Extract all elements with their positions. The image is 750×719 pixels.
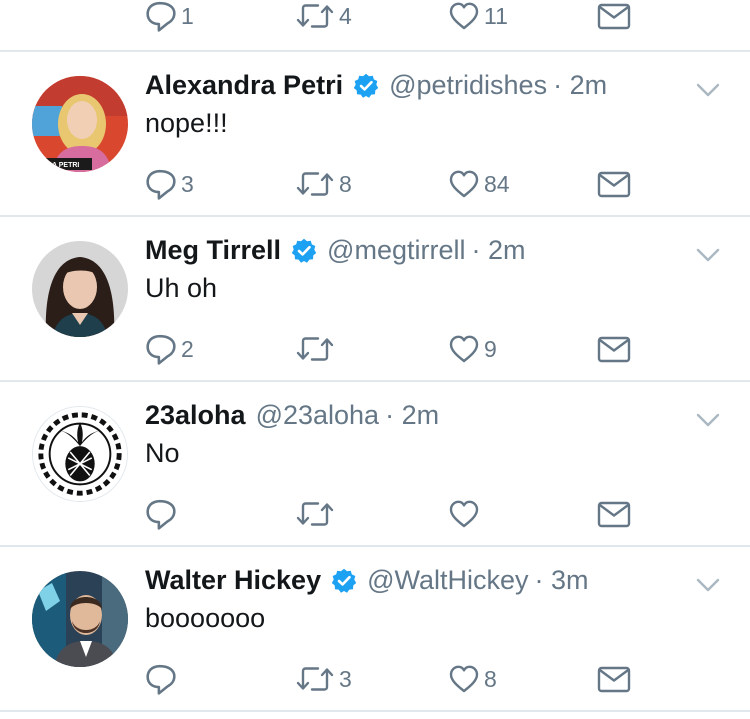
reply-button[interactable]	[145, 661, 181, 697]
retweet-button[interactable]: 3	[295, 661, 352, 697]
verified-badge-icon	[291, 237, 318, 264]
reply-count: 1	[181, 2, 194, 29]
avatar[interactable]	[32, 241, 128, 337]
divider	[0, 710, 750, 712]
reply-count: 3	[181, 170, 194, 197]
direct-message-button[interactable]	[597, 496, 631, 532]
avatar[interactable]: A PETRI	[32, 76, 128, 172]
retweet-button[interactable]: 8	[295, 166, 352, 202]
user-handle[interactable]: @23aloha	[256, 400, 380, 431]
retweet-icon	[296, 502, 334, 526]
display-name[interactable]: Meg Tirrell	[145, 235, 281, 266]
like-button[interactable]: 11	[448, 0, 508, 34]
like-button[interactable]: 9	[448, 331, 497, 367]
retweet-button[interactable]: 4	[295, 0, 352, 34]
reply-icon	[146, 1, 176, 32]
retweet-icon	[296, 172, 334, 196]
tweet[interactable]: 23aloha @23aloha · 2m No	[0, 382, 750, 546]
tweet-text: nope!!!	[145, 108, 228, 138]
tweet-actions: 1 4 11	[145, 0, 645, 34]
chevron-down-icon[interactable]	[696, 412, 720, 428]
like-count: 84	[484, 170, 510, 197]
like-icon	[449, 2, 479, 30]
direct-message-icon	[597, 171, 631, 197]
avatar[interactable]	[32, 406, 128, 502]
chevron-down-icon[interactable]	[696, 577, 720, 593]
tweet-text: booooooo	[145, 603, 266, 633]
tweet-actions: 2 9	[145, 331, 645, 367]
like-button[interactable]	[448, 496, 484, 532]
tweet[interactable]: A PETRI Alexandra Petri @petridishes · 2…	[0, 52, 750, 216]
user-handle[interactable]: @WaltHickey	[367, 565, 528, 596]
like-button[interactable]: 8	[448, 661, 497, 697]
tweet[interactable]: Meg Tirrell @megtirrell · 2m Uh oh 2 9	[0, 217, 750, 381]
reply-button[interactable]: 3	[145, 166, 194, 202]
verified-badge-icon	[331, 567, 358, 594]
tweet[interactable]: Walter Hickey @WaltHickey · 3m booooooo …	[0, 547, 750, 711]
like-icon	[449, 500, 479, 528]
retweet-count: 3	[339, 665, 352, 692]
reply-button[interactable]	[145, 496, 181, 532]
timestamp[interactable]: · 3m	[535, 565, 589, 596]
tweet-header: 23aloha @23aloha · 2m	[145, 400, 439, 431]
tweet-text: Uh oh	[145, 273, 218, 303]
retweet-icon	[296, 667, 334, 691]
avatar-image: A PETRI	[32, 76, 128, 172]
like-icon	[449, 335, 479, 363]
verified-badge-icon	[353, 72, 380, 99]
like-icon	[449, 665, 479, 693]
reply-button[interactable]: 2	[145, 331, 194, 367]
retweet-button[interactable]	[295, 331, 339, 367]
tweet-header: Walter Hickey @WaltHickey · 3m	[145, 565, 589, 596]
partial-tweet: 1 4 11	[0, 0, 750, 50]
direct-message-button[interactable]	[597, 331, 631, 367]
reply-button[interactable]: 1	[145, 0, 194, 34]
avatar-image	[32, 571, 128, 667]
like-button[interactable]: 84	[448, 166, 510, 202]
direct-message-button[interactable]	[597, 0, 631, 34]
tweet-actions: 3 8 84	[145, 166, 645, 202]
direct-message-icon	[597, 336, 631, 362]
like-count: 9	[484, 335, 497, 362]
direct-message-icon	[597, 3, 631, 29]
reply-icon	[146, 499, 176, 530]
direct-message-button[interactable]	[597, 661, 631, 697]
retweet-button[interactable]	[295, 496, 339, 532]
reply-count: 2	[181, 335, 194, 362]
tweet-actions	[145, 496, 645, 532]
timestamp[interactable]: · 2m	[471, 235, 525, 266]
avatar-image	[33, 407, 127, 501]
tweet-text: No	[145, 438, 180, 468]
avatar-caption: A PETRI	[52, 162, 79, 169]
retweet-icon	[296, 4, 334, 28]
like-count: 8	[484, 665, 497, 692]
like-count: 11	[484, 2, 508, 29]
like-icon	[449, 170, 479, 198]
avatar-image	[32, 241, 128, 337]
user-handle[interactable]: @megtirrell	[327, 235, 465, 266]
reply-icon	[146, 664, 176, 695]
retweet-count: 4	[339, 2, 352, 29]
direct-message-icon	[597, 666, 631, 692]
chevron-down-icon[interactable]	[696, 82, 720, 98]
display-name[interactable]: Walter Hickey	[145, 565, 321, 596]
tweet-header: Alexandra Petri @petridishes · 2m	[145, 70, 607, 101]
retweet-icon	[296, 337, 334, 361]
tweet-actions: 3 8	[145, 661, 645, 697]
retweet-count: 8	[339, 170, 352, 197]
chevron-down-icon[interactable]	[696, 247, 720, 263]
tweet-header: Meg Tirrell @megtirrell · 2m	[145, 235, 525, 266]
direct-message-button[interactable]	[597, 166, 631, 202]
reply-icon	[146, 169, 176, 200]
timestamp[interactable]: · 2m	[385, 400, 439, 431]
timestamp[interactable]: · 2m	[553, 70, 607, 101]
display-name[interactable]: Alexandra Petri	[145, 70, 343, 101]
direct-message-icon	[597, 501, 631, 527]
user-handle[interactable]: @petridishes	[389, 70, 547, 101]
reply-icon	[146, 334, 176, 365]
avatar[interactable]	[32, 571, 128, 667]
display-name[interactable]: 23aloha	[145, 400, 246, 431]
